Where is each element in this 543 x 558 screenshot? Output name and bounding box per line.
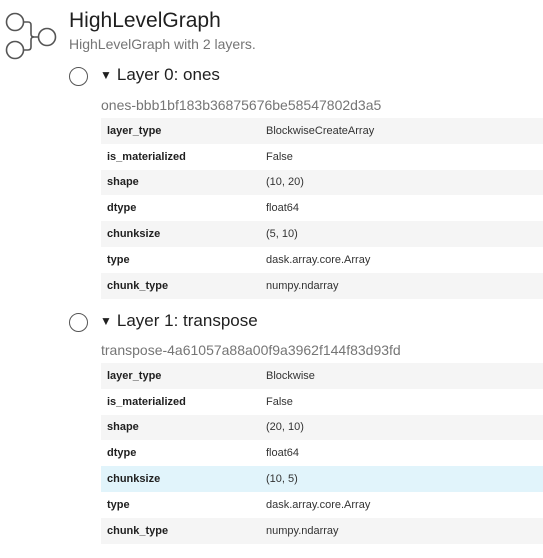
attribute-value: (10, 20) <box>260 169 543 196</box>
table-row: type dask.array.core.Array <box>101 247 543 273</box>
layer-name: transpose-4a61057a88a00f9a3962f144f83d93… <box>101 342 401 358</box>
attribute-key: dtype <box>107 447 137 460</box>
layer-name: ones-bbb1bf183b36875676be58547802d3a5 <box>101 97 382 113</box>
graph-nodes-icon <box>5 12 57 60</box>
attribute-value: (20, 10) <box>260 414 543 441</box>
disclosure-triangle-icon: ▼ <box>100 68 112 82</box>
table-row: chunksize (5, 10) <box>101 221 543 247</box>
attribute-key: type <box>107 253 130 266</box>
attribute-key: chunk_type <box>101 272 260 299</box>
attribute-key: chunksize <box>101 221 260 247</box>
attribute-value: False <box>266 150 293 163</box>
attribute-value: (5, 10) <box>260 221 543 247</box>
disclosure-triangle-icon: ▼ <box>100 314 112 328</box>
attribute-key: is_materialized <box>107 150 186 163</box>
attribute-value: BlockwiseCreateArray <box>260 118 543 144</box>
attribute-value: False <box>266 395 293 408</box>
table-row: type dask.array.core.Array <box>101 492 543 518</box>
attribute-key: chunksize <box>101 466 260 492</box>
table-row: shape (20, 10) <box>101 414 543 441</box>
table-row: layer_type BlockwiseCreateArray <box>101 118 543 144</box>
attribute-key: type <box>107 498 130 511</box>
attribute-key: dtype <box>107 202 137 215</box>
table-row: is_materialized False <box>101 389 543 415</box>
table-row: chunk_type numpy.ndarray <box>101 517 543 544</box>
table-row: chunksize (10, 5) <box>101 466 543 492</box>
table-row: dtype float64 <box>101 440 543 466</box>
attribute-value: dask.array.core.Array <box>266 498 371 511</box>
attribute-key: layer_type <box>101 363 260 389</box>
table-row: dtype float64 <box>101 195 543 221</box>
layer-attributes-table: layer_type BlockwiseCreateArray is_mater… <box>101 118 543 299</box>
attribute-key: shape <box>101 169 260 196</box>
layer-circle-icon <box>69 313 88 332</box>
attribute-value: float64 <box>266 202 300 215</box>
layer-attributes-table: layer_type Blockwise is_materialized Fal… <box>101 363 543 544</box>
attribute-key: is_materialized <box>107 395 186 408</box>
attribute-value: numpy.ndarray <box>260 517 543 544</box>
table-row: layer_type Blockwise <box>101 363 543 389</box>
table-row: shape (10, 20) <box>101 169 543 196</box>
layer-circle-icon <box>69 67 88 86</box>
page-title: HighLevelGraph <box>69 9 221 32</box>
attribute-value: dask.array.core.Array <box>266 253 371 266</box>
attribute-value: float64 <box>266 447 300 460</box>
layer-heading: Layer 0: ones <box>116 65 220 84</box>
layer-toggle-0[interactable]: ▼ Layer 0: ones <box>100 65 220 85</box>
attribute-value: Blockwise <box>260 363 543 389</box>
attribute-key: shape <box>101 414 260 441</box>
attribute-key: layer_type <box>101 118 260 144</box>
layer-toggle-1[interactable]: ▼ Layer 1: transpose <box>100 311 258 331</box>
table-row: is_materialized False <box>101 144 543 170</box>
layer-heading: Layer 1: transpose <box>116 311 258 330</box>
table-row: chunk_type numpy.ndarray <box>101 272 543 299</box>
attribute-value: numpy.ndarray <box>260 272 543 299</box>
attribute-key: chunk_type <box>101 517 260 544</box>
attribute-value: (10, 5) <box>260 466 543 492</box>
page-subtitle: HighLevelGraph with 2 layers. <box>69 36 256 52</box>
